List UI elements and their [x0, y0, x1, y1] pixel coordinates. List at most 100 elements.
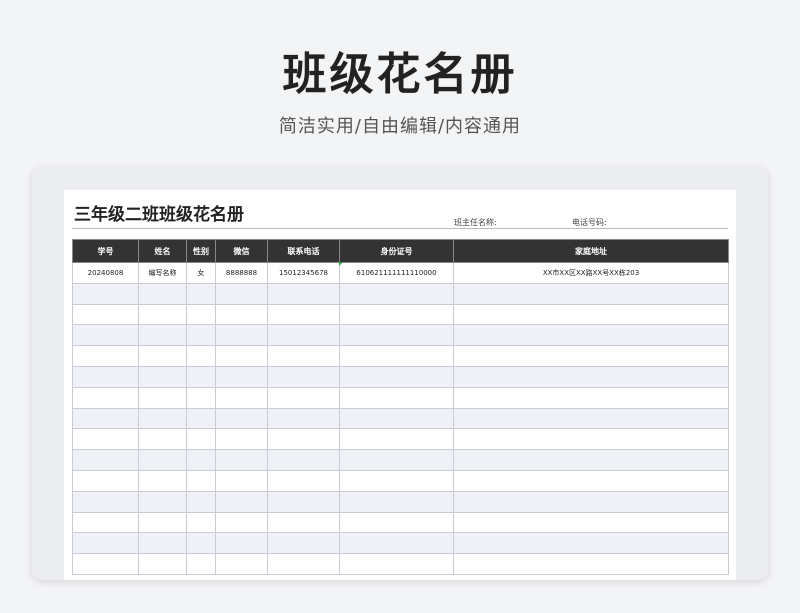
- cell-name[interactable]: [138, 469, 187, 492]
- cell-address[interactable]: XX市XX区XX路XX号XX栋203: [453, 262, 729, 284]
- cell-student-id[interactable]: [72, 469, 139, 492]
- cell-wechat[interactable]: [215, 449, 268, 471]
- cell-name[interactable]: [138, 345, 187, 367]
- cell-name[interactable]: [138, 324, 187, 347]
- cell-student-id[interactable]: [72, 553, 139, 575]
- cell-student-id[interactable]: [72, 449, 139, 471]
- cell-address[interactable]: [453, 428, 729, 451]
- cell-name[interactable]: [138, 407, 187, 430]
- cell-id-number[interactable]: [339, 386, 454, 409]
- cell-phone[interactable]: [267, 449, 340, 471]
- cell-phone[interactable]: [267, 490, 340, 513]
- cell-name[interactable]: [138, 282, 187, 305]
- cell-gender[interactable]: [186, 469, 216, 492]
- cell-wechat[interactable]: [215, 345, 268, 367]
- cell-phone[interactable]: [267, 553, 340, 575]
- cell-id-number[interactable]: 610621111111110000: [339, 262, 454, 284]
- cell-student-id[interactable]: [72, 407, 139, 430]
- cell-id-number[interactable]: [339, 324, 454, 347]
- cell-id-number[interactable]: [339, 428, 454, 451]
- cell-gender[interactable]: [186, 511, 216, 534]
- cell-wechat[interactable]: [215, 469, 268, 492]
- cell-phone[interactable]: [267, 469, 340, 492]
- cell-id-number[interactable]: [339, 532, 454, 555]
- cell-address[interactable]: [453, 469, 729, 492]
- cell-id-number[interactable]: [339, 490, 454, 513]
- cell-phone[interactable]: [267, 532, 340, 555]
- cell-gender[interactable]: [186, 407, 216, 430]
- cell-address[interactable]: [453, 282, 729, 305]
- cell-wechat[interactable]: [215, 324, 268, 347]
- cell-student-id[interactable]: [72, 490, 139, 513]
- cell-student-id[interactable]: [72, 532, 139, 555]
- cell-id-number[interactable]: [339, 407, 454, 430]
- cell-wechat[interactable]: [215, 511, 268, 534]
- cell-name[interactable]: [138, 532, 187, 555]
- cell-phone[interactable]: [267, 511, 340, 534]
- cell-gender[interactable]: [186, 282, 216, 305]
- cell-name[interactable]: [138, 553, 187, 575]
- cell-phone[interactable]: [267, 407, 340, 430]
- cell-address[interactable]: [453, 303, 729, 326]
- header-student-id[interactable]: 学号: [72, 239, 139, 263]
- cell-student-id[interactable]: [72, 282, 139, 305]
- cell-address[interactable]: [453, 345, 729, 367]
- cell-phone[interactable]: [267, 428, 340, 451]
- cell-id-number[interactable]: [339, 345, 454, 367]
- cell-wechat[interactable]: [215, 303, 268, 326]
- cell-student-id[interactable]: 20240808: [72, 262, 139, 284]
- cell-wechat[interactable]: [215, 282, 268, 305]
- cell-student-id[interactable]: [72, 324, 139, 347]
- cell-address[interactable]: [453, 511, 729, 534]
- cell-gender[interactable]: [186, 386, 216, 409]
- cell-gender[interactable]: [186, 428, 216, 451]
- cell-name[interactable]: 编写名称: [138, 262, 187, 284]
- cell-name[interactable]: [138, 428, 187, 451]
- cell-student-id[interactable]: [72, 365, 139, 388]
- cell-gender[interactable]: [186, 345, 216, 367]
- cell-gender[interactable]: [186, 532, 216, 555]
- cell-student-id[interactable]: [72, 345, 139, 367]
- cell-name[interactable]: [138, 365, 187, 388]
- cell-address[interactable]: [453, 324, 729, 347]
- cell-gender[interactable]: 女: [186, 262, 216, 284]
- cell-wechat[interactable]: [215, 386, 268, 409]
- cell-wechat[interactable]: [215, 490, 268, 513]
- cell-name[interactable]: [138, 386, 187, 409]
- cell-phone[interactable]: 15012345678: [267, 262, 340, 284]
- cell-id-number[interactable]: [339, 553, 454, 575]
- cell-address[interactable]: [453, 490, 729, 513]
- header-name[interactable]: 姓名: [138, 239, 187, 263]
- cell-student-id[interactable]: [72, 511, 139, 534]
- header-wechat[interactable]: 微信: [215, 239, 268, 263]
- cell-id-number[interactable]: [339, 282, 454, 305]
- header-address[interactable]: 家庭地址: [453, 239, 729, 263]
- cell-wechat[interactable]: [215, 553, 268, 575]
- cell-phone[interactable]: [267, 345, 340, 367]
- cell-name[interactable]: [138, 449, 187, 471]
- cell-address[interactable]: [453, 553, 729, 575]
- cell-student-id[interactable]: [72, 386, 139, 409]
- cell-wechat[interactable]: [215, 407, 268, 430]
- cell-phone[interactable]: [267, 282, 340, 305]
- cell-wechat[interactable]: 8888888: [215, 262, 268, 284]
- cell-wechat[interactable]: [215, 532, 268, 555]
- sheet-title[interactable]: 三年级二班班级花名册: [74, 200, 244, 225]
- cell-gender[interactable]: [186, 490, 216, 513]
- cell-address[interactable]: [453, 386, 729, 409]
- header-gender[interactable]: 性别: [186, 239, 216, 263]
- teacher-name-label[interactable]: 班主任名称:: [454, 217, 497, 228]
- cell-address[interactable]: [453, 365, 729, 388]
- cell-gender[interactable]: [186, 365, 216, 388]
- cell-address[interactable]: [453, 449, 729, 471]
- phone-number-label[interactable]: 电话号码:: [572, 217, 607, 228]
- cell-gender[interactable]: [186, 449, 216, 471]
- cell-name[interactable]: [138, 303, 187, 326]
- cell-id-number[interactable]: [339, 469, 454, 492]
- cell-wechat[interactable]: [215, 428, 268, 451]
- cell-address[interactable]: [453, 407, 729, 430]
- cell-phone[interactable]: [267, 324, 340, 347]
- cell-wechat[interactable]: [215, 365, 268, 388]
- cell-gender[interactable]: [186, 324, 216, 347]
- cell-student-id[interactable]: [72, 428, 139, 451]
